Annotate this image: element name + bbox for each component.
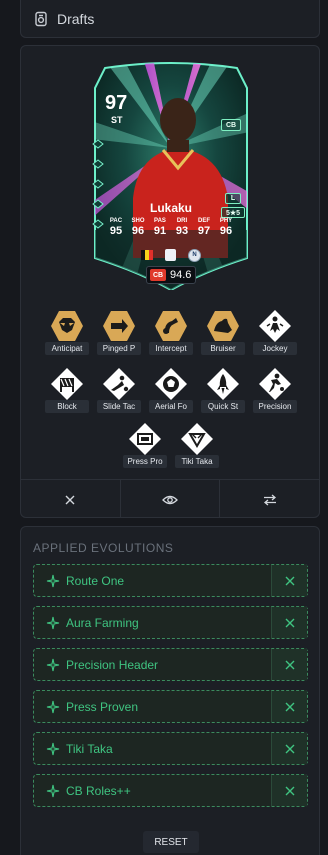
remove-evolution-button[interactable] <box>271 607 307 638</box>
close-icon <box>285 786 294 795</box>
evolutions-heading: APPLIED EVOLUTIONS <box>33 541 174 555</box>
ovr-value: 94.6 <box>170 269 192 281</box>
card-action-bar <box>21 479 319 517</box>
remove-evolution-button[interactable] <box>271 733 307 764</box>
reset-button[interactable]: RESET <box>143 831 199 853</box>
evolution-item: CB Roles++ <box>33 774 308 807</box>
stat-pas: PAS 91 <box>153 218 167 237</box>
sparkle-icon <box>46 742 60 755</box>
evolution-name: Route One <box>66 573 125 588</box>
evolution-name: Aura Farming <box>66 615 139 630</box>
evolution-name: Press Proven <box>66 699 139 714</box>
drafts-header[interactable]: Drafts <box>20 0 320 38</box>
press-icon <box>129 423 161 455</box>
sparkle-icon <box>46 700 60 713</box>
player-panel: 97 ST CB L 5★5 Lukaku PAC 95 SHO 96 PAS 91 … <box>20 45 320 518</box>
playstyle-label: Intercept <box>149 342 193 355</box>
playstyle-label: Precision <box>253 400 297 413</box>
evolution-name: Precision Header <box>66 657 159 672</box>
remove-evolution-button[interactable] <box>271 565 307 596</box>
close-icon <box>285 576 294 585</box>
evolution-item: Precision Header <box>33 648 308 681</box>
drafts-icon <box>35 11 47 26</box>
sparkle-icon <box>46 616 60 629</box>
evolution-item: Route One <box>33 564 308 597</box>
stat-def: DEF 97 <box>197 218 211 237</box>
stat-pac: PAC 95 <box>109 218 123 237</box>
playstyle-label: Jockey <box>253 342 297 355</box>
evolution-name: CB Roles++ <box>66 783 131 798</box>
stat-phy: PHY 96 <box>219 218 233 237</box>
evolution-item: Tiki Taka <box>33 732 308 765</box>
arrow-icon <box>103 311 135 341</box>
card-rating: 97 <box>105 92 128 114</box>
ovr-position-tag: CB <box>150 269 166 281</box>
playstyle-label: Quick St <box>201 400 245 413</box>
applied-evolutions-panel: APPLIED EVOLUTIONS Route One Aura Farmin… <box>20 526 320 855</box>
card-position: ST <box>111 115 123 125</box>
close-icon <box>285 660 294 669</box>
block-icon <box>51 368 83 400</box>
position-ovr-badge: CB 94.6 <box>146 266 196 284</box>
view-button[interactable] <box>121 480 221 517</box>
club-badge-icon: N <box>188 248 201 262</box>
playstyle-label: Bruiser <box>201 342 245 355</box>
close-icon <box>65 495 75 504</box>
sparkle-icon <box>46 658 60 671</box>
kick-icon <box>259 368 291 400</box>
playstyle-label: Anticipat <box>45 342 89 355</box>
playstyle-label: Tiki Taka <box>175 455 219 468</box>
alt-position-badge: CB <box>221 119 241 131</box>
jockey-icon <box>259 310 291 342</box>
card-nation-league-club: N <box>141 248 201 262</box>
evolution-item: Press Proven <box>33 690 308 723</box>
card-player-name: Lukaku <box>149 201 192 215</box>
aerial-ball-icon <box>155 368 187 400</box>
stat-dri: DRI 93 <box>175 218 189 237</box>
drafts-title: Drafts <box>57 10 95 27</box>
hook-icon <box>155 311 187 341</box>
evolution-name: Tiki Taka <box>66 741 113 756</box>
remove-evolution-button[interactable] <box>271 775 307 806</box>
close-icon <box>285 702 294 711</box>
swap-icon <box>263 494 276 505</box>
eye-icon <box>162 495 178 504</box>
close-icon <box>285 744 294 753</box>
slide-tackle-icon <box>103 368 135 400</box>
league-logo-icon <box>165 249 176 261</box>
remove-evolution-button[interactable] <box>271 691 307 722</box>
rocket-icon <box>207 368 239 400</box>
sparkle-icon <box>46 784 60 797</box>
raccoon-icon <box>51 311 83 341</box>
sparkle-icon <box>46 574 60 587</box>
swap-button[interactable] <box>220 480 319 517</box>
close-icon <box>285 618 294 627</box>
belgium-flag-icon <box>141 250 153 260</box>
player-card[interactable]: 97 ST CB L 5★5 Lukaku PAC 95 SHO 96 PAS 91 … <box>83 58 259 290</box>
evolution-item: Aura Farming <box>33 606 308 639</box>
triangle-icon <box>181 423 213 455</box>
playstyle-label: Block <box>45 400 89 413</box>
playstyle-label: Slide Tac <box>97 400 141 413</box>
flex-arm-icon <box>207 311 239 341</box>
remove-button[interactable] <box>21 480 121 517</box>
playstyle-label: Press Pro <box>123 455 167 468</box>
card-stats: PAC 95 SHO 96 PAS 91 DRI 93 DEF 97 PHY 96 <box>105 218 237 237</box>
stat-sho: SHO 96 <box>131 218 145 237</box>
remove-evolution-button[interactable] <box>271 649 307 680</box>
playstyle-label: Pinged P <box>97 342 141 355</box>
playstyle-label: Aerial Fo <box>149 400 193 413</box>
